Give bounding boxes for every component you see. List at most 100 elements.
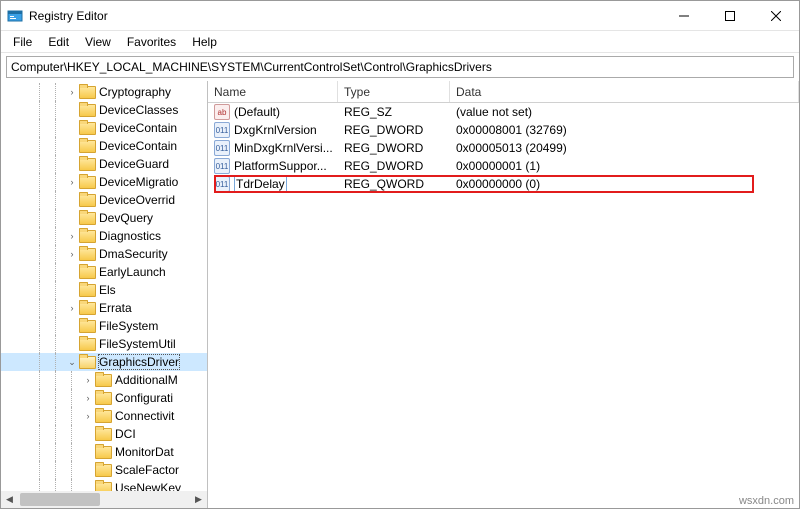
column-type[interactable]: Type xyxy=(338,81,450,102)
tree-item-deviceguard[interactable]: DeviceGuard xyxy=(1,155,207,173)
string-value-icon: ab xyxy=(214,104,230,120)
scroll-right-button[interactable]: ▶ xyxy=(190,491,207,508)
tree-item-dci[interactable]: DCI xyxy=(1,425,207,443)
tree-item-connectivit[interactable]: ›Connectivit xyxy=(1,407,207,425)
tree-item-label: GraphicsDriver xyxy=(99,355,179,369)
binary-value-icon: 011 xyxy=(214,176,230,192)
folder-icon xyxy=(79,193,95,207)
menu-favorites[interactable]: Favorites xyxy=(119,33,184,51)
value-row[interactable]: 011MinDxgKrnlVersi...REG_DWORD0x00005013… xyxy=(208,139,799,157)
scroll-thumb[interactable] xyxy=(20,493,100,506)
folder-icon xyxy=(79,319,95,333)
tree-item-devicecontain[interactable]: DeviceContain xyxy=(1,119,207,137)
expand-icon[interactable]: › xyxy=(81,373,95,387)
tree-pane: ›CryptographyDeviceClassesDeviceContainD… xyxy=(1,81,208,508)
tree-item-label: DeviceMigratio xyxy=(99,175,178,189)
folder-icon xyxy=(95,445,111,459)
menu-view[interactable]: View xyxy=(77,33,119,51)
tree-item-diagnostics[interactable]: › Diagnostics xyxy=(1,227,207,245)
window-title: Registry Editor xyxy=(29,9,108,23)
value-data: 0x00008001 (32769) xyxy=(450,123,799,137)
tree-item-errata[interactable]: ›Errata xyxy=(1,299,207,317)
folder-icon xyxy=(95,481,111,491)
tree-item-label: MonitorDat xyxy=(115,445,174,459)
value-type: REG_DWORD xyxy=(338,159,450,173)
folder-icon xyxy=(79,85,95,99)
tree-item-additionalm[interactable]: › AdditionalM xyxy=(1,371,207,389)
tree-item-label: AdditionalM xyxy=(115,373,178,387)
tree-item-els[interactable]: Els xyxy=(1,281,207,299)
expand-icon[interactable]: › xyxy=(65,175,79,189)
collapse-icon[interactable]: ⌄ xyxy=(65,355,79,369)
tree-item-dmasecurity[interactable]: ›DmaSecurity xyxy=(1,245,207,263)
expand-icon[interactable]: › xyxy=(81,391,95,405)
main-area: ›CryptographyDeviceClassesDeviceContainD… xyxy=(1,81,799,508)
folder-icon xyxy=(79,157,95,171)
tree-horizontal-scrollbar[interactable]: ◀ ▶ xyxy=(1,491,207,508)
address-text: Computer\HKEY_LOCAL_MACHINE\SYSTEM\Curre… xyxy=(11,60,492,74)
folder-icon xyxy=(79,283,95,297)
tree-item-label: DCI xyxy=(115,427,136,441)
tree-item-cryptography[interactable]: › Cryptography xyxy=(1,83,207,101)
expand-icon[interactable]: › xyxy=(65,247,79,261)
tree-item-configurati[interactable]: ›Configurati xyxy=(1,389,207,407)
tree-item-label: EarlyLaunch xyxy=(99,265,166,279)
tree-item-devicecontain[interactable]: DeviceContain xyxy=(1,137,207,155)
binary-value-icon: 011 xyxy=(214,140,230,156)
value-row[interactable]: ab(Default)REG_SZ(value not set) xyxy=(208,103,799,121)
menu-file[interactable]: File xyxy=(5,33,40,51)
expand-icon[interactable]: › xyxy=(65,85,79,99)
binary-value-icon: 011 xyxy=(214,122,230,138)
tree-item-label: DeviceClasses xyxy=(99,103,178,117)
value-name: PlatformSuppor... xyxy=(234,159,327,173)
value-type: REG_DWORD xyxy=(338,123,450,137)
value-list[interactable]: ab(Default)REG_SZ(value not set)011DxgKr… xyxy=(208,103,799,193)
tree-item-monitordat[interactable]: MonitorDat xyxy=(1,443,207,461)
tree-item-filesystem[interactable]: FileSystem xyxy=(1,317,207,335)
tree-item-label: UseNewKey xyxy=(115,481,181,491)
minimize-button[interactable] xyxy=(661,1,707,31)
maximize-button[interactable] xyxy=(707,1,753,31)
tree-item-graphicsdriver[interactable]: ⌄ GraphicsDriver xyxy=(1,353,207,371)
folder-icon xyxy=(79,247,95,261)
binary-value-icon: 011 xyxy=(214,158,230,174)
value-type: REG_DWORD xyxy=(338,141,450,155)
tree-item-usenewkey[interactable]: UseNewKey xyxy=(1,479,207,491)
tree-item-earlylaunch[interactable]: EarlyLaunch xyxy=(1,263,207,281)
tree-item-filesystemutil[interactable]: FileSystemUtil xyxy=(1,335,207,353)
tree-item-label: Diagnostics xyxy=(99,229,161,243)
value-row[interactable]: 011TdrDelayREG_QWORD0x00000000 (0) xyxy=(208,175,799,193)
tree-item-label: DevQuery xyxy=(99,211,153,225)
value-row[interactable]: 011DxgKrnlVersionREG_DWORD0x00008001 (32… xyxy=(208,121,799,139)
folder-icon xyxy=(79,175,95,189)
scroll-left-button[interactable]: ◀ xyxy=(1,491,18,508)
value-type: REG_SZ xyxy=(338,105,450,119)
column-data[interactable]: Data xyxy=(450,81,799,102)
expand-icon[interactable]: › xyxy=(65,301,79,315)
tree-item-scalefactor[interactable]: ScaleFactor xyxy=(1,461,207,479)
folder-icon xyxy=(95,463,111,477)
value-data: 0x00000001 (1) xyxy=(450,159,799,173)
value-row[interactable]: 011 PlatformSuppor... REG_DWORD0x00000001 … xyxy=(208,157,799,175)
scroll-track[interactable] xyxy=(18,491,190,508)
address-bar[interactable]: Computer\HKEY_LOCAL_MACHINE\SYSTEM\Curre… xyxy=(6,56,794,78)
column-name[interactable]: Name xyxy=(208,81,338,102)
folder-icon xyxy=(79,265,95,279)
tree-item-devicemigratio[interactable]: › DeviceMigratio xyxy=(1,173,207,191)
folder-icon xyxy=(95,427,111,441)
menu-help[interactable]: Help xyxy=(184,33,225,51)
tree-item-devquery[interactable]: DevQuery xyxy=(1,209,207,227)
expand-icon[interactable]: › xyxy=(65,229,79,243)
tree-item-label: FileSystemUtil xyxy=(99,337,176,351)
close-button[interactable] xyxy=(753,1,799,31)
tree-item-label: DeviceOverrid xyxy=(99,193,175,207)
tree-item-label: Cryptography xyxy=(99,85,171,99)
expand-icon[interactable]: › xyxy=(81,409,95,423)
tree-view[interactable]: ›CryptographyDeviceClassesDeviceContainD… xyxy=(1,81,207,491)
tree-item-label: Els xyxy=(99,283,116,297)
tree-item-deviceoverrid[interactable]: DeviceOverrid xyxy=(1,191,207,209)
folder-icon xyxy=(95,409,111,423)
menu-edit[interactable]: Edit xyxy=(40,33,77,51)
tree-item-deviceclasses[interactable]: DeviceClasses xyxy=(1,101,207,119)
menubar: File Edit View Favorites Help xyxy=(1,31,799,53)
